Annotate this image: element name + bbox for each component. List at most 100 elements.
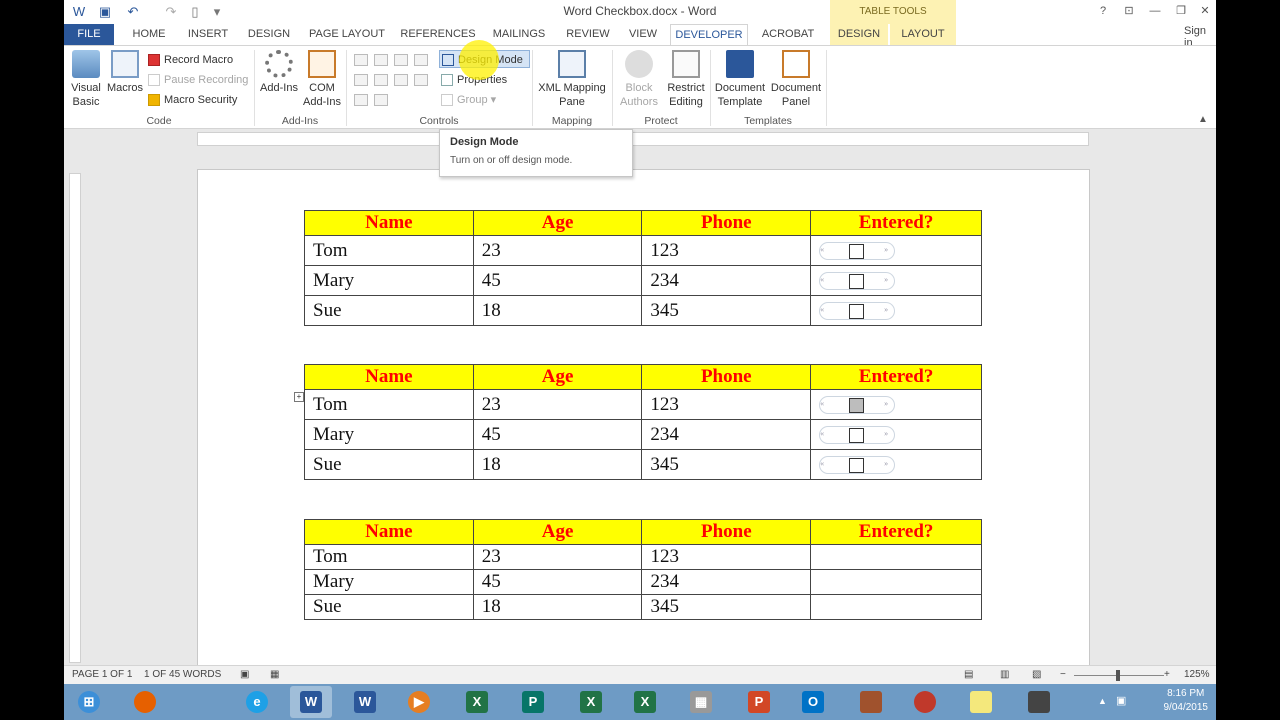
- combo-box-control-icon[interactable]: [374, 74, 388, 86]
- document-page[interactable]: Name Age Phone Entered? Tom 23 123 «» Ma…: [197, 169, 1090, 679]
- header-name[interactable]: Name: [304, 519, 474, 545]
- cell-entered[interactable]: «»: [810, 235, 982, 266]
- header-name[interactable]: Name: [304, 364, 474, 390]
- checkbox[interactable]: [849, 398, 865, 414]
- record-macro-button[interactable]: Record Macro: [148, 51, 233, 69]
- checkbox-content-control[interactable]: «»: [819, 396, 896, 415]
- cell-entered[interactable]: [810, 569, 982, 595]
- cell-name[interactable]: Sue: [304, 594, 474, 620]
- tray-expand-icon[interactable]: ▲: [1098, 696, 1107, 706]
- cell-name[interactable]: Sue: [304, 449, 474, 480]
- restrict-editing-button[interactable]: Restrict Editing: [664, 50, 708, 109]
- header-phone[interactable]: Phone: [641, 519, 812, 545]
- tab-file[interactable]: FILE: [64, 24, 114, 46]
- print-layout-icon[interactable]: ▥: [1000, 669, 1009, 680]
- cell-entered[interactable]: «»: [810, 449, 982, 480]
- macro-security-button[interactable]: Macro Security: [148, 91, 237, 109]
- header-entered[interactable]: Entered?: [810, 364, 982, 390]
- zoom-level[interactable]: 125%: [1184, 669, 1210, 680]
- checkbox[interactable]: [849, 458, 865, 474]
- network-icon[interactable]: ▣: [1116, 694, 1126, 707]
- zoom-out-icon[interactable]: −: [1060, 669, 1066, 680]
- cell-phone[interactable]: 123: [641, 235, 812, 266]
- cell-entered[interactable]: «»: [810, 389, 982, 420]
- cell-age[interactable]: 23: [472, 544, 643, 570]
- document-area[interactable]: Name Age Phone Entered? Tom 23 123 «» Ma…: [64, 129, 1216, 679]
- dropdown-control-icon[interactable]: [394, 74, 408, 86]
- document-template-button[interactable]: Document Template: [714, 50, 766, 109]
- cell-name[interactable]: Tom: [304, 389, 474, 420]
- close-icon[interactable]: ✕: [1192, 2, 1216, 20]
- cell-phone[interactable]: 234: [641, 419, 812, 450]
- checkbox[interactable]: [849, 244, 865, 260]
- header-phone[interactable]: Phone: [641, 364, 812, 390]
- data-table-1[interactable]: Name Age Phone Entered? Tom 23 123 «» Ma…: [304, 210, 982, 326]
- sticky-notes-icon[interactable]: [960, 686, 1002, 718]
- header-entered[interactable]: Entered?: [810, 519, 982, 545]
- block-authors-button[interactable]: Block Authors: [616, 50, 662, 109]
- header-age[interactable]: Age: [472, 210, 643, 236]
- xml-mapping-pane-button[interactable]: XML Mapping Pane: [536, 50, 608, 109]
- outlook-icon[interactable]: O: [792, 686, 834, 718]
- help-icon[interactable]: ?: [1090, 2, 1116, 20]
- cell-age[interactable]: 45: [472, 569, 643, 595]
- cell-age[interactable]: 23: [472, 235, 643, 266]
- checkbox-content-control[interactable]: «»: [819, 272, 896, 291]
- tab-page-layout[interactable]: PAGE LAYOUT: [304, 24, 390, 46]
- rich-text-control-icon[interactable]: [354, 54, 368, 66]
- cell-phone[interactable]: 345: [641, 295, 812, 326]
- excel-icon-3[interactable]: X: [624, 686, 666, 718]
- cell-age[interactable]: 45: [472, 419, 643, 450]
- group-button[interactable]: Group ▾: [441, 91, 496, 109]
- read-mode-icon[interactable]: ▤: [964, 669, 973, 680]
- checkbox[interactable]: [849, 428, 865, 444]
- tab-developer[interactable]: DEVELOPER: [670, 24, 748, 46]
- checkbox[interactable]: [849, 304, 865, 320]
- header-age[interactable]: Age: [472, 519, 643, 545]
- checkbox-content-control[interactable]: «»: [819, 302, 896, 321]
- cell-name[interactable]: Tom: [304, 544, 474, 570]
- cell-phone[interactable]: 234: [641, 569, 812, 595]
- tab-acrobat[interactable]: ACROBAT: [754, 24, 822, 46]
- cell-phone[interactable]: 123: [641, 389, 812, 420]
- macros-button[interactable]: Macros: [106, 50, 144, 95]
- cell-entered[interactable]: «»: [810, 295, 982, 326]
- web-layout-icon[interactable]: ▧: [1032, 669, 1041, 680]
- document-panel-button[interactable]: Document Panel: [770, 50, 822, 109]
- add-ins-button[interactable]: Add-Ins: [258, 50, 300, 95]
- tab-home[interactable]: HOME: [119, 24, 179, 46]
- header-entered[interactable]: Entered?: [810, 210, 982, 236]
- header-age[interactable]: Age: [472, 364, 643, 390]
- cell-name[interactable]: Tom: [304, 235, 474, 266]
- publisher-icon[interactable]: P: [512, 686, 554, 718]
- tab-table-layout[interactable]: LAYOUT: [890, 24, 956, 46]
- building-block-control-icon[interactable]: [414, 54, 428, 66]
- media-player-icon[interactable]: ▶: [398, 686, 440, 718]
- cell-age[interactable]: 18: [472, 449, 643, 480]
- visual-basic-button[interactable]: Visual Basic: [70, 50, 102, 109]
- checkbox-content-control[interactable]: «»: [819, 242, 896, 261]
- app-icon-2[interactable]: [1018, 686, 1060, 718]
- horizontal-ruler[interactable]: [197, 132, 1089, 146]
- tab-table-design[interactable]: DESIGN: [830, 24, 888, 46]
- zoom-in-icon[interactable]: +: [1164, 669, 1170, 680]
- page-count[interactable]: PAGE 1 OF 1: [72, 669, 132, 680]
- checkbox-content-control[interactable]: «»: [819, 456, 896, 475]
- powerpoint-icon[interactable]: P: [738, 686, 780, 718]
- cell-entered[interactable]: «»: [810, 419, 982, 450]
- vertical-ruler[interactable]: [69, 173, 81, 663]
- tab-view[interactable]: VIEW: [622, 24, 664, 46]
- data-table-3[interactable]: Name Age Phone Entered? Tom 23 123 Mary …: [304, 519, 982, 620]
- cell-name[interactable]: Mary: [304, 569, 474, 595]
- calculator-icon[interactable]: ▦: [680, 686, 722, 718]
- macro-recording-icon[interactable]: ▦: [270, 669, 279, 680]
- cell-entered[interactable]: «»: [810, 265, 982, 296]
- date-picker-control-icon[interactable]: [414, 74, 428, 86]
- word-count[interactable]: 1 OF 45 WORDS: [144, 669, 221, 680]
- cell-phone[interactable]: 345: [641, 449, 812, 480]
- start-button-icon[interactable]: ⊞: [68, 686, 110, 718]
- com-add-ins-button[interactable]: COM Add-Ins: [302, 50, 342, 109]
- cell-age[interactable]: 45: [472, 265, 643, 296]
- excel-icon[interactable]: X: [456, 686, 498, 718]
- word-taskbar-icon[interactable]: W: [290, 686, 332, 718]
